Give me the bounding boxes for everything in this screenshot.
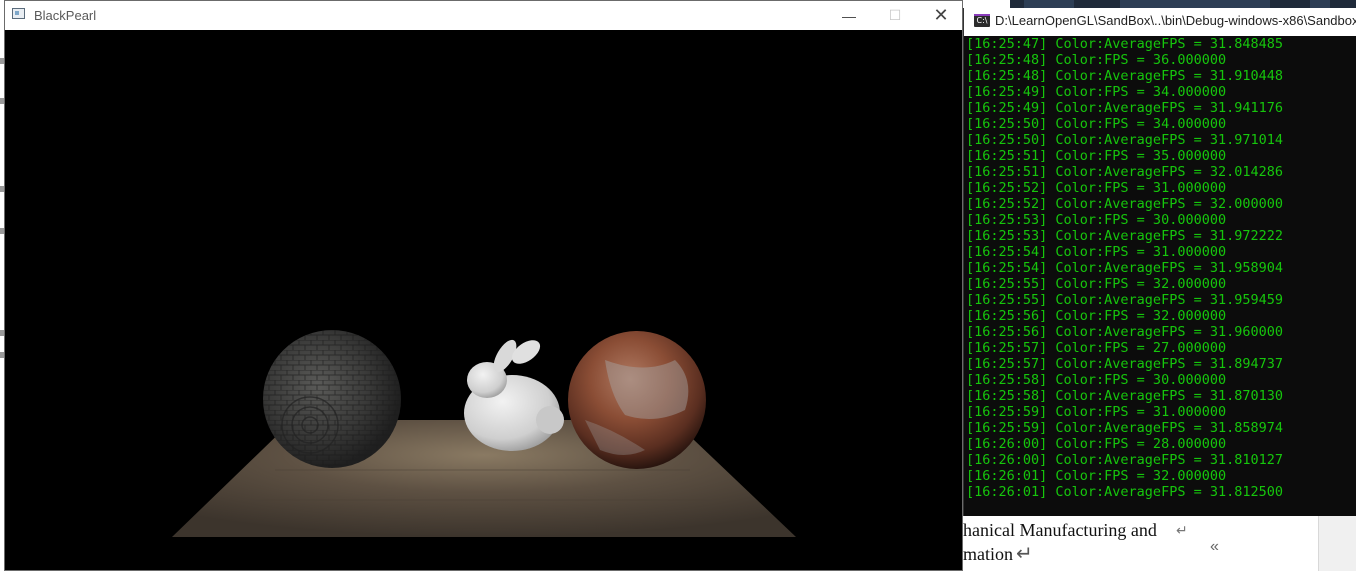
- log-line: [16:25:57] Color:AverageFPS = 31.894737: [966, 356, 1283, 372]
- background-scrollbar-area: [1318, 510, 1356, 571]
- log-line: [16:25:51] Color:FPS = 35.000000: [966, 148, 1227, 164]
- console-app-icon: C:\: [974, 14, 990, 27]
- minimize-icon: —: [842, 7, 856, 24]
- log-line: [16:25:49] Color:FPS = 34.000000: [966, 84, 1227, 100]
- log-line: [16:25:55] Color:AverageFPS = 31.959459: [966, 292, 1283, 308]
- log-line: [16:25:48] Color:AverageFPS = 31.910448: [966, 68, 1283, 84]
- log-line: [16:25:51] Color:AverageFPS = 32.014286: [966, 164, 1283, 180]
- log-line: [16:25:59] Color:FPS = 31.000000: [966, 404, 1227, 420]
- opengl-viewport[interactable]: [5, 30, 962, 570]
- close-icon: ✕: [933, 5, 949, 25]
- rust-sphere: [568, 331, 706, 469]
- log-line: [16:25:52] Color:AverageFPS = 32.000000: [966, 196, 1283, 212]
- log-line: [16:25:59] Color:AverageFPS = 31.858974: [966, 420, 1283, 436]
- log-line: [16:25:58] Color:FPS = 30.000000: [966, 372, 1227, 388]
- log-line: [16:25:53] Color:FPS = 30.000000: [966, 212, 1227, 228]
- log-line: [16:25:57] Color:FPS = 27.000000: [966, 340, 1227, 356]
- log-line: [16:25:55] Color:FPS = 32.000000: [966, 276, 1227, 292]
- log-line: [16:26:00] Color:FPS = 28.000000: [966, 436, 1227, 452]
- log-line: [16:25:50] Color:AverageFPS = 31.971014: [966, 132, 1283, 148]
- log-line: [16:25:49] Color:AverageFPS = 31.941176: [966, 100, 1283, 116]
- render-window[interactable]: BlackPearl — ☐ ✕: [4, 0, 963, 571]
- log-line: [16:25:50] Color:FPS = 34.000000: [966, 116, 1227, 132]
- background-text-line-2: mation: [963, 544, 1013, 564]
- background-text-line-1: hanical Manufacturing and: [963, 520, 1157, 540]
- app-window-icon: [12, 8, 25, 19]
- background-taskbar-strip: [1010, 0, 1356, 8]
- bunny-model: [464, 339, 564, 451]
- log-line: [16:25:56] Color:FPS = 32.000000: [966, 308, 1227, 324]
- console-title: D:\LearnOpenGL\SandBox\..\bin\Debug-wind…: [995, 13, 1356, 28]
- log-line: [16:25:56] Color:AverageFPS = 31.960000: [966, 324, 1283, 340]
- log-line: [16:25:54] Color:AverageFPS = 31.958904: [966, 260, 1283, 276]
- log-line: [16:26:01] Color:AverageFPS = 31.812500: [966, 484, 1283, 500]
- return-mark-icon: ↵: [1176, 522, 1188, 538]
- chevron-left-icon: «: [1210, 538, 1219, 555]
- maximize-button[interactable]: ☐: [872, 1, 918, 30]
- scene-render: [172, 330, 796, 537]
- console-output[interactable]: [16:25:47] Color:AverageFPS = 31.848485 …: [966, 36, 1356, 514]
- console-titlebar[interactable]: C:\ D:\LearnOpenGL\SandBox\..\bin\Debug-…: [964, 8, 1356, 36]
- log-line: [16:25:58] Color:AverageFPS = 31.870130: [966, 388, 1283, 404]
- log-line: [16:26:01] Color:FPS = 32.000000: [966, 468, 1227, 484]
- close-button[interactable]: ✕: [918, 1, 964, 30]
- stone-sphere: [263, 330, 401, 468]
- log-line: [16:25:54] Color:FPS = 31.000000: [966, 244, 1227, 260]
- minimize-button[interactable]: —: [826, 1, 872, 30]
- log-line: [16:25:47] Color:AverageFPS = 31.848485: [966, 36, 1283, 52]
- maximize-icon: ☐: [888, 7, 902, 23]
- return-mark-icon: ↵: [1016, 543, 1033, 565]
- render-window-titlebar[interactable]: BlackPearl — ☐ ✕: [5, 1, 962, 30]
- log-line: [16:26:00] Color:AverageFPS = 31.810127: [966, 452, 1283, 468]
- log-line: [16:25:48] Color:FPS = 36.000000: [966, 52, 1227, 68]
- render-window-title: BlackPearl: [34, 8, 97, 23]
- log-line: [16:25:52] Color:FPS = 31.000000: [966, 180, 1227, 196]
- console-window[interactable]: C:\ D:\LearnOpenGL\SandBox\..\bin\Debug-…: [963, 8, 1356, 516]
- log-line: [16:25:53] Color:AverageFPS = 31.972222: [966, 228, 1283, 244]
